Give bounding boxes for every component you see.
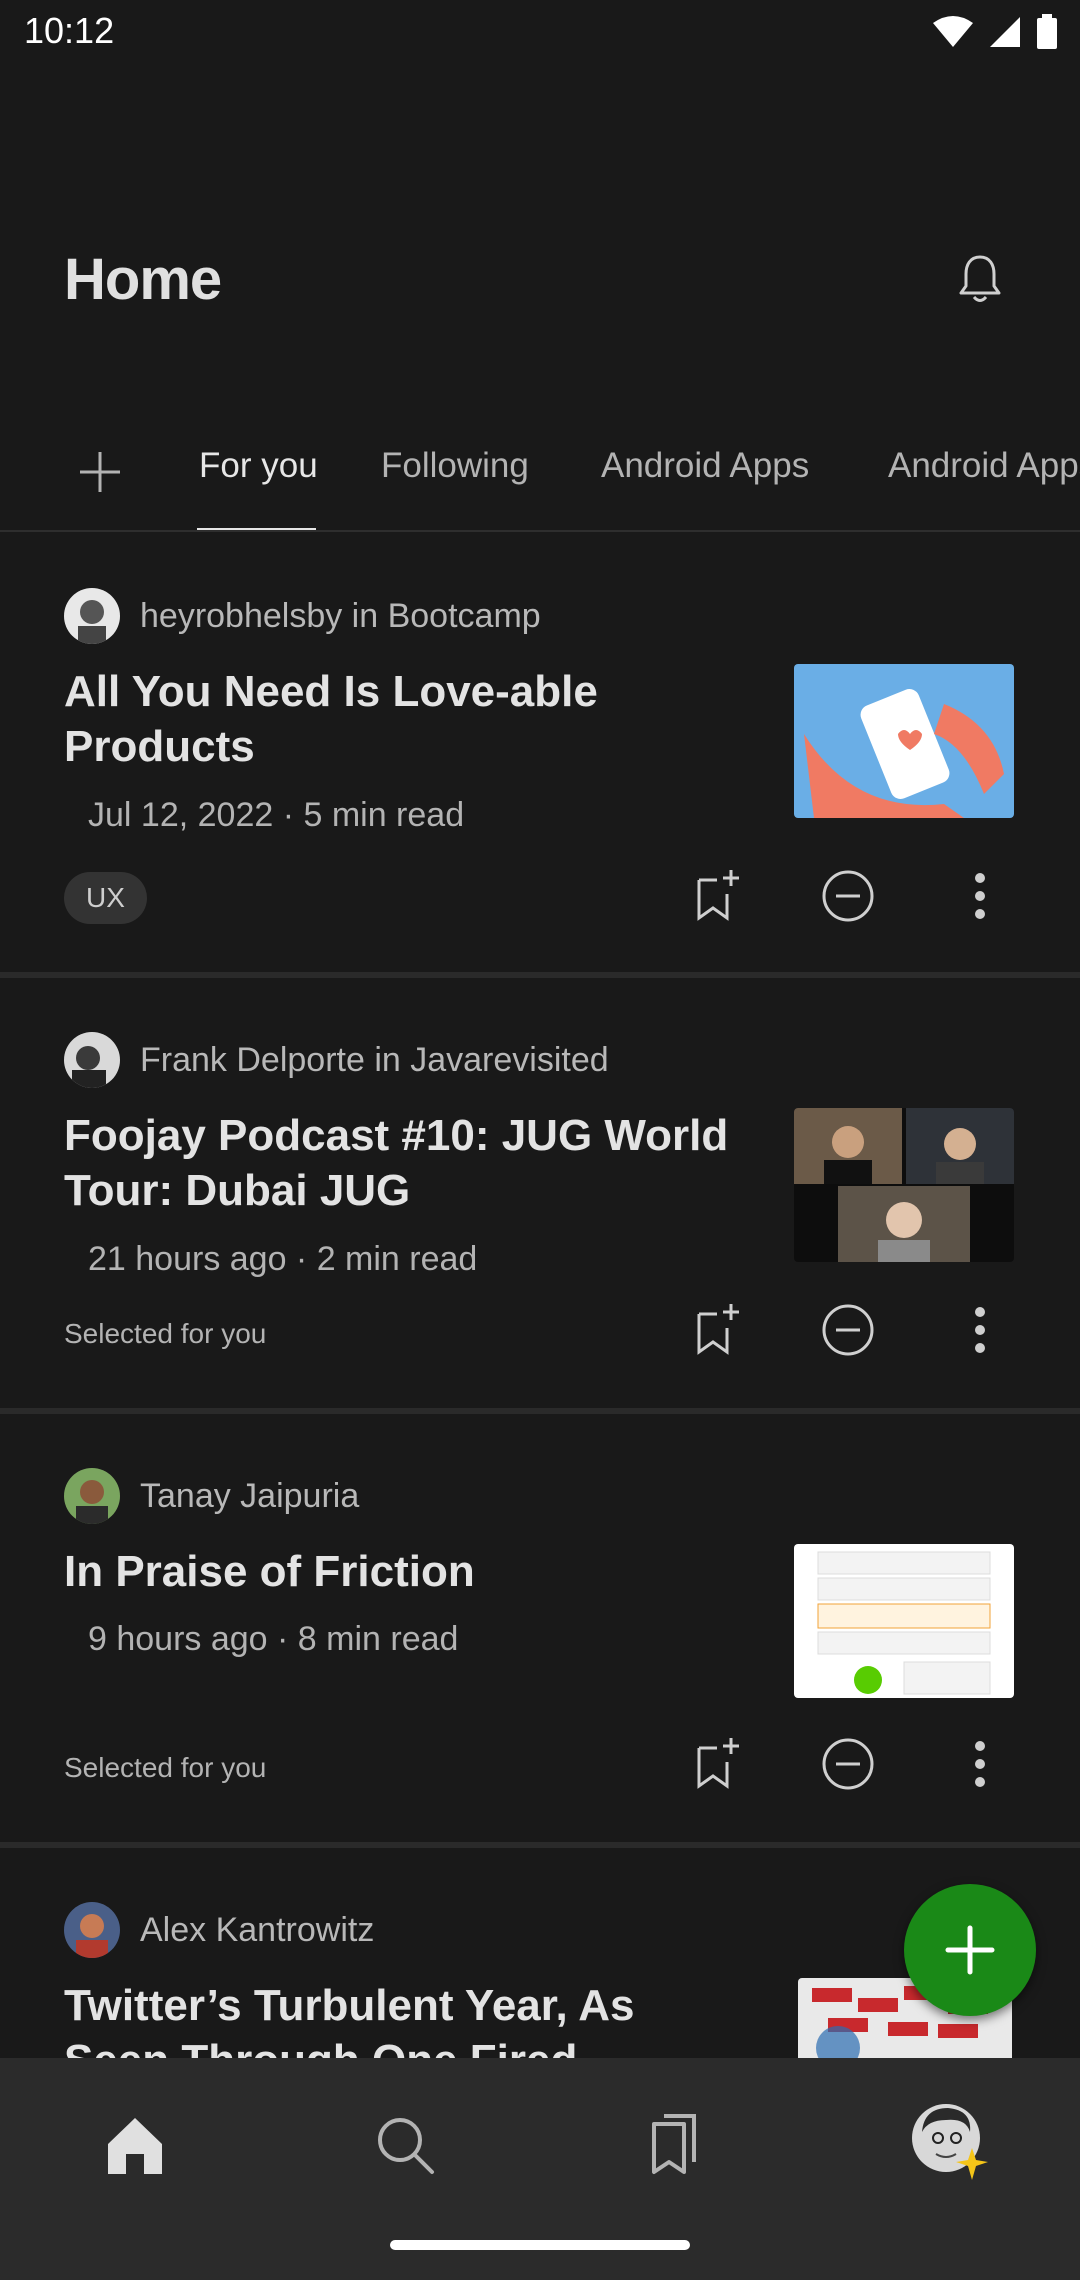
page-title: Home: [64, 247, 222, 312]
wifi-icon: [933, 16, 973, 47]
bookmark-add-icon[interactable]: [689, 868, 745, 924]
article-thumbnail[interactable]: [794, 1108, 1014, 1262]
article-card[interactable]: Tanay Jaipuria In Praise of Friction 9 h…: [0, 1414, 1080, 1842]
avatar: [64, 1032, 120, 1088]
library-icon[interactable]: [640, 2110, 710, 2180]
home-indicator: [390, 2240, 690, 2250]
author-line: Tanay Jaipuria: [140, 1476, 360, 1515]
bell-icon[interactable]: [955, 252, 1005, 306]
battery-icon: [1037, 14, 1057, 49]
article-meta: Jul 12, 2022 · 5 min read: [88, 796, 465, 834]
author-row[interactable]: Frank Delporte in Javarevisited: [64, 1032, 609, 1088]
status-icons: [932, 14, 1058, 50]
author-row[interactable]: heyrobhelsby in Bootcamp: [64, 588, 541, 644]
topic-tabs: For you Following Android Apps Android A…: [0, 420, 1080, 532]
article-card[interactable]: Frank Delporte in Javarevisited Foojay P…: [0, 978, 1080, 1408]
active-tab-indicator: [197, 528, 316, 530]
tab-android-apps-2[interactable]: Android Apps: [888, 446, 1080, 486]
article-meta: 21 hours ago · 2 min read: [88, 1240, 478, 1278]
article-thumbnail[interactable]: [794, 664, 1014, 818]
tab-android-apps[interactable]: Android Apps: [601, 446, 809, 486]
more-icon[interactable]: [952, 1302, 1008, 1358]
author-row[interactable]: Tanay Jaipuria: [64, 1468, 359, 1524]
status-time: 10:12: [24, 10, 115, 51]
author-line: heyrobhelsby in Bootcamp: [140, 596, 541, 635]
author-row[interactable]: Alex Kantrowitz: [64, 1902, 374, 1958]
signal-icon: [990, 17, 1020, 47]
article-thumbnail[interactable]: [794, 1544, 1014, 1698]
avatar: [64, 1902, 120, 1958]
profile-avatar[interactable]: [910, 2102, 990, 2182]
article-title[interactable]: In Praise of Friction: [64, 1544, 744, 1599]
tab-following[interactable]: Following: [381, 446, 529, 486]
home-icon[interactable]: [100, 2110, 170, 2180]
search-icon[interactable]: [370, 2110, 440, 2180]
show-less-icon[interactable]: [820, 1302, 876, 1358]
topic-tag[interactable]: UX: [64, 872, 147, 924]
article-title[interactable]: All You Need Is Love-able Products: [64, 664, 744, 774]
more-icon[interactable]: [952, 1736, 1008, 1792]
selected-for-you-label: Selected for you: [64, 1318, 267, 1349]
bookmark-add-icon[interactable]: [689, 1736, 745, 1792]
avatar: [64, 1468, 120, 1524]
plus-icon[interactable]: [74, 446, 126, 498]
author-line: Alex Kantrowitz: [140, 1910, 375, 1949]
status-bar: 10:12: [0, 0, 1080, 66]
more-icon[interactable]: [952, 868, 1008, 924]
article-title[interactable]: Twitter’s Turbulent Year, As Seen Throug…: [64, 1978, 744, 2058]
article-meta: 9 hours ago · 8 min read: [88, 1620, 459, 1658]
tab-for-you[interactable]: For you: [199, 446, 318, 486]
author-line: Frank Delporte in Javarevisited: [140, 1040, 609, 1079]
selected-for-you-label: Selected for you: [64, 1752, 267, 1783]
article-card[interactable]: heyrobhelsby in Bootcamp All You Need Is…: [0, 534, 1080, 972]
avatar: [64, 588, 120, 644]
compose-fab[interactable]: [904, 1884, 1036, 2016]
show-less-icon[interactable]: [820, 1736, 876, 1792]
show-less-icon[interactable]: [820, 868, 876, 924]
bookmark-add-icon[interactable]: [689, 1302, 745, 1358]
article-title[interactable]: Foojay Podcast #10: JUG World Tour: Duba…: [64, 1108, 744, 1218]
plus-icon: [945, 1925, 995, 1975]
